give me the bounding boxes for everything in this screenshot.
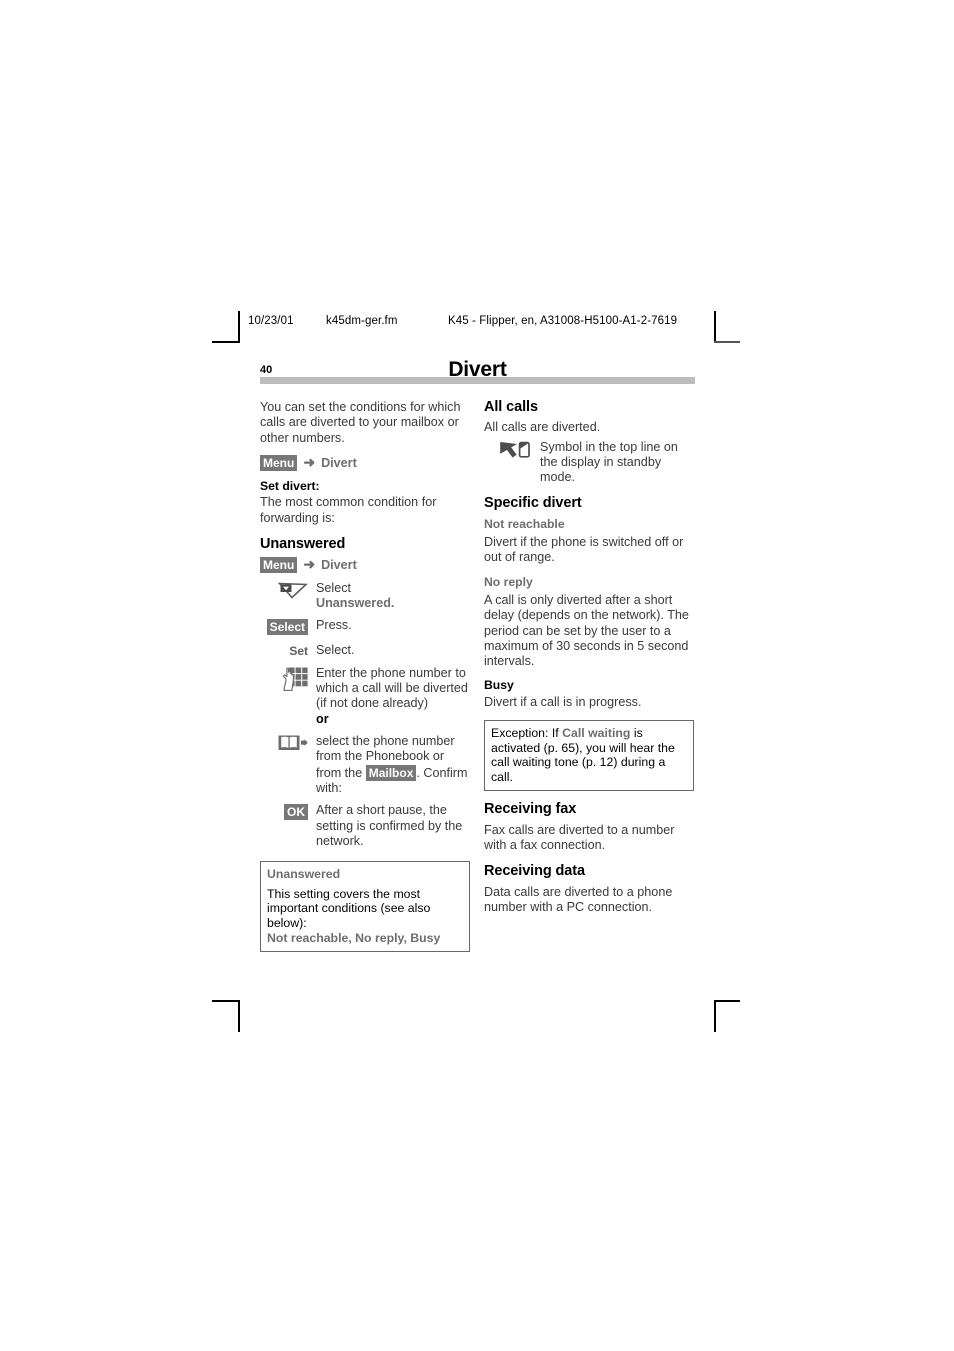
step-or-label: or [316,711,329,726]
crop-mark-top-right-vertical [714,311,716,343]
heading-specific-divert: Specific divert [484,495,582,512]
no-reply-text: A call is only diverted after a short de… [484,592,689,669]
exception-callout: Exception: If Call waiting is activated … [484,720,694,792]
select-key-badge[interactable]: Select [266,619,308,636]
intro-paragraph: You can set the conditions for which cal… [260,400,461,445]
not-reachable-text: Divert if the phone is switched off or o… [484,535,684,565]
step-row: Set Select. [260,643,470,659]
phonebook-icon [278,735,308,755]
step-gutter: Select [260,618,316,636]
busy-text: Divert if a call is in progress. [484,694,642,709]
heading-all-calls: All calls [484,399,538,415]
exception-keyword: Call waiting [562,726,631,741]
callout-footer: Not reachable, No reply, Busy [267,930,441,945]
left-column: You can set the conditions for which cal… [260,400,470,953]
divert-symbol-icon [498,441,532,463]
step-description: Enter the phone number to which a call w… [316,666,470,727]
crop-mark-top-left-vertical [238,311,240,343]
arrow-right-icon: ➜ [303,556,316,573]
step-gutter: OK [260,803,316,821]
menu-path-divert-1: Menu ➜ Divert [260,453,470,471]
crop-mark-bottom-left-vertical [238,1000,240,1032]
arrow-right-icon: ➜ [303,453,316,470]
step-gutter [484,440,540,463]
step-gutter: Set [260,643,316,659]
step-text: Enter the phone number to which a call w… [316,665,468,711]
crop-mark-top-right-horizontal [714,341,740,343]
heading-receiving-data: Receiving data [484,863,585,880]
step-description: Select Unanswered. [316,581,470,612]
crop-mark-bottom-right-vertical [714,1000,716,1032]
mailbox-key-badge[interactable]: Mailbox [365,764,417,781]
step-row: select the phone number from the Phonebo… [260,734,470,796]
ok-key-badge[interactable]: OK [284,804,308,821]
crop-mark-bottom-left-horizontal [212,1000,238,1002]
menu-path-divert-2: Menu ➜ Divert [260,556,470,574]
subheading-no-reply: No reply [484,574,533,589]
step-row: Select Press. [260,618,470,636]
receiving-data-text: Data calls are diverted to a phone numbe… [484,884,673,914]
step-description: Select. [316,642,355,657]
menu-key-badge[interactable]: Menu [260,454,298,471]
crop-mark-top-left-horizontal [212,341,238,343]
step-description: select the phone number from the Phonebo… [316,734,470,796]
set-key-label[interactable]: Set [289,644,308,658]
callout-body: This setting covers the most important c… [267,886,431,930]
menu-path-target: Divert [321,455,357,470]
step-text-emphasis: Unanswered. [316,595,395,610]
step-text: Select [316,580,352,595]
receiving-fax-text: Fax calls are diverted to a number with … [484,822,675,853]
step-row: OK After a short pause, the setting is c… [260,803,470,849]
subheading-not-reachable: Not reachable [484,516,565,531]
right-column: All calls All calls are diverted. Symbol… [484,399,694,924]
callout-title: Unanswered [267,867,341,882]
heading-unanswered: Unanswered [260,536,346,553]
exception-text: Exception: If Call waiting is activated … [491,726,687,784]
step-gutter [260,581,316,603]
print-header-date: 10/23/01 [248,315,294,327]
navigation-down-key-icon [277,582,308,603]
step-gutter [260,734,316,755]
step-list: Select Unanswered. Select Press. Set Sel… [260,581,470,849]
title-rule [260,377,695,384]
step-description: After a short pause, the setting is conf… [316,803,463,848]
exception-prefix: Exception: If [491,726,563,741]
crop-mark-bottom-right-horizontal [714,1000,740,1002]
all-calls-text: All calls are diverted. [484,420,601,435]
step-row: Select Unanswered. [260,581,470,612]
keypad-icon [280,667,308,695]
print-header-filename: k45dm-ger.fm [326,315,398,327]
print-header-document-id: K45 - Flipper, en, A31008-H5100-A1-2-761… [448,315,678,327]
heading-receiving-fax: Receiving fax [484,801,577,818]
menu-path-target: Divert [321,558,357,573]
unanswered-callout: Unanswered This setting covers the most … [260,861,470,953]
set-divert-label: Set divert: [260,479,320,494]
step-description: Press. [316,618,352,633]
print-header: 10/23/01 k45dm-ger.fm K45 - Flipper, en, A… [248,315,708,327]
all-calls-symbol-text: Symbol in the top line on the display in… [540,439,678,485]
set-divert-text: The most common condition for forwarding… [260,495,437,525]
all-calls-symbol-row: Symbol in the top line on the display in… [484,440,694,486]
step-gutter [260,666,316,695]
subheading-busy: Busy [484,678,514,693]
menu-key-badge[interactable]: Menu [260,557,298,574]
step-row: Enter the phone number to which a call w… [260,666,470,727]
